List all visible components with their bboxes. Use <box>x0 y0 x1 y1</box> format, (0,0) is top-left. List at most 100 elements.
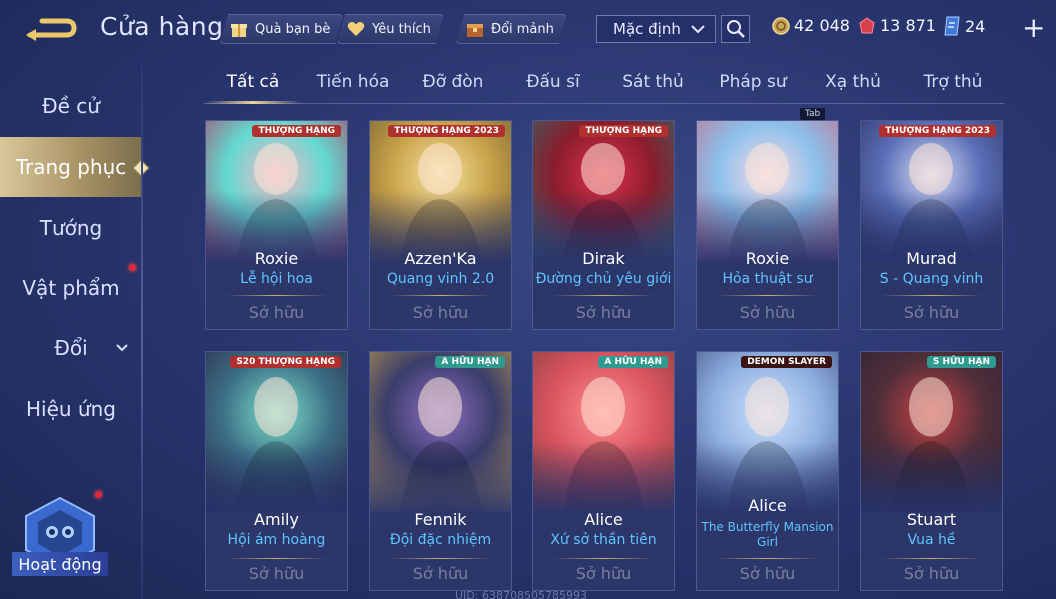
owned-status: Sở hữu <box>903 564 960 583</box>
skin-card[interactable]: S20 THƯỢNG HẠNG Amily Hội ám hoàng Sở hữu <box>205 351 348 591</box>
skin-card[interactable]: Roxie Hỏa thuật sư Sở hữu <box>696 120 839 330</box>
skin-name: The Butterfly Mansion Girl <box>701 520 834 549</box>
card-gradient <box>533 442 674 512</box>
back-arrow-icon[interactable] <box>22 13 78 43</box>
exchange-chest-icon <box>465 19 485 39</box>
owned-status: Sở hữu <box>739 303 796 322</box>
voucher-currency: 24 <box>943 16 985 36</box>
sort-value: Mặc định <box>613 20 681 38</box>
tab-label: Pháp sư <box>719 72 787 92</box>
nav-item-label: Đổi <box>54 336 88 360</box>
skin-card[interactable]: A HỮU HẠN Alice Xứ sở thần tiên Sở hữu <box>532 351 675 591</box>
tab-tank[interactable]: Đỡ đòn <box>404 72 502 92</box>
event-label: Hoạt động <box>18 554 102 574</box>
skin-card[interactable]: THƯỢNG HẠNG Dirak Đường chủ yêu giới Sở hữu <box>532 120 675 330</box>
tab-tooltip: Tab <box>800 108 826 120</box>
tab-label: Tiến hóa <box>316 72 390 92</box>
card-divider <box>881 558 982 559</box>
owned-status: Sở hữu <box>248 564 305 583</box>
nav-item-label: Tướng <box>39 216 103 240</box>
skin-name: Quang vinh 2.0 <box>386 271 495 287</box>
skin-card[interactable]: A HỮU HẠN Fennik Đội đặc nhiệm Sở hữu <box>369 351 512 591</box>
nav-item-heroes[interactable]: Tướng <box>0 198 142 258</box>
skin-name: Lễ hội hoa <box>240 271 313 287</box>
gem-amount: 13 871 <box>880 16 936 35</box>
nav-item-exchange[interactable]: Đổi <box>0 318 142 378</box>
favorites-label: Yêu thích <box>372 21 431 37</box>
skin-card[interactable]: THƯỢNG HẠNG Roxie Lễ hội hoa Sở hữu <box>205 120 348 330</box>
card-gradient <box>370 442 511 512</box>
friend-gift-label: Quà bạn bè <box>255 21 331 37</box>
card-divider <box>226 558 327 559</box>
hero-name: Alice <box>748 496 787 515</box>
skin-name: Xứ sở thần tiên <box>550 532 657 548</box>
skin-card[interactable]: THƯỢNG HẠNG 2023 Murad S - Quang vinh Sở hữ… <box>860 120 1003 330</box>
owned-status: Sở hữu <box>739 564 796 583</box>
tab-all[interactable]: Tất cả <box>204 72 302 92</box>
hero-name: Amily <box>254 510 299 529</box>
skin-tier-badge: THƯỢNG HẠNG 2023 <box>388 125 505 137</box>
friend-gift-button[interactable]: Quà bạn bè <box>220 14 343 44</box>
owned-status: Sở hữu <box>575 564 632 583</box>
chevron-down-icon <box>116 344 128 352</box>
event-button[interactable]: Hoạt động <box>12 552 108 576</box>
tab-assassin[interactable]: Sát thủ <box>604 72 702 92</box>
gold-currency: 42 048 <box>772 16 850 35</box>
card-divider <box>553 558 654 559</box>
shard-exchange-label: Đổi mảnh <box>491 21 554 37</box>
skin-card[interactable]: S HỮU HẠN Stuart Vua hề Sở hữu <box>860 351 1003 591</box>
nav-item-effects[interactable]: Hiệu ứng <box>0 379 142 439</box>
skin-card[interactable]: THƯỢNG HẠNG 2023 Azzen'Ka Quang vinh 2.0 Sở… <box>369 120 512 330</box>
sidebar-divider <box>141 60 143 599</box>
skin-card[interactable]: DEMON SLAYER Alice The Butterfly Mansion G… <box>696 351 839 591</box>
add-currency-plus-icon[interactable]: + <box>1022 14 1045 42</box>
skin-tier-badge: A HỮU HẠN <box>435 356 505 368</box>
owned-status: Sở hữu <box>575 303 632 322</box>
shard-exchange-button[interactable]: Đổi mảnh <box>456 14 567 44</box>
nav-item-items[interactable]: Vật phẩm <box>0 258 142 318</box>
hero-name: Dirak <box>582 249 625 268</box>
chevron-down-icon <box>691 25 705 34</box>
tab-support[interactable]: Trợ thủ <box>904 72 1002 92</box>
search-icon <box>726 20 745 38</box>
player-uid: UID: 638708505785993 <box>455 589 587 599</box>
skin-name: Vua hề <box>907 532 956 548</box>
nav-item-label: Trang phục <box>15 155 127 179</box>
page-title: Cửa hàng <box>100 12 224 41</box>
card-divider <box>553 295 654 296</box>
nav-item-recommended[interactable]: Đề cử <box>0 76 142 136</box>
nav-item-label: Vật phẩm <box>22 276 120 300</box>
tab-mage[interactable]: Pháp sư <box>704 72 802 92</box>
sort-dropdown[interactable]: Mặc định <box>596 15 716 43</box>
card-divider <box>390 558 491 559</box>
role-tabs: Tất cả Tiến hóa Đỡ đòn Đấu sĩ Sát thủ Ph… <box>204 64 1004 104</box>
card-divider <box>226 295 327 296</box>
nav-item-label: Hiệu ứng <box>26 397 116 421</box>
gem-currency: 13 871 <box>858 16 936 35</box>
favorites-button[interactable]: Yêu thích <box>337 14 444 44</box>
skin-tier-badge: S20 THƯỢNG HẠNG <box>230 356 341 368</box>
hero-name: Azzen'Ka <box>404 249 477 268</box>
skin-name: Đường chủ yêu giới <box>535 271 672 287</box>
hero-name: Fennik <box>414 510 467 529</box>
card-divider <box>717 558 818 559</box>
hero-name: Roxie <box>254 249 299 268</box>
gift-icon <box>229 19 249 39</box>
voucher-icon <box>944 16 960 36</box>
owned-status: Sở hữu <box>903 303 960 322</box>
skin-name: S - Quang vinh <box>879 271 984 287</box>
hero-name: Murad <box>906 249 957 268</box>
search-button[interactable] <box>721 15 750 43</box>
top-bar: Cửa hàng Quà bạn bè Yêu thích Đổi mảnh M… <box>0 0 1056 58</box>
card-gradient <box>206 442 347 512</box>
skin-name: Đội đặc nhiệm <box>389 532 492 548</box>
tab-evolution[interactable]: Tiến hóa <box>304 72 402 92</box>
owned-status: Sở hữu <box>412 564 469 583</box>
hero-name: Stuart <box>906 510 957 529</box>
active-tab-underline <box>204 101 302 104</box>
tab-marksman[interactable]: Xạ thủ <box>804 72 902 92</box>
nav-item-skins[interactable]: Trang phục <box>0 137 142 197</box>
voucher-amount: 24 <box>965 16 986 36</box>
tab-fighter[interactable]: Đấu sĩ <box>504 72 602 92</box>
red-gem-icon <box>859 16 875 33</box>
